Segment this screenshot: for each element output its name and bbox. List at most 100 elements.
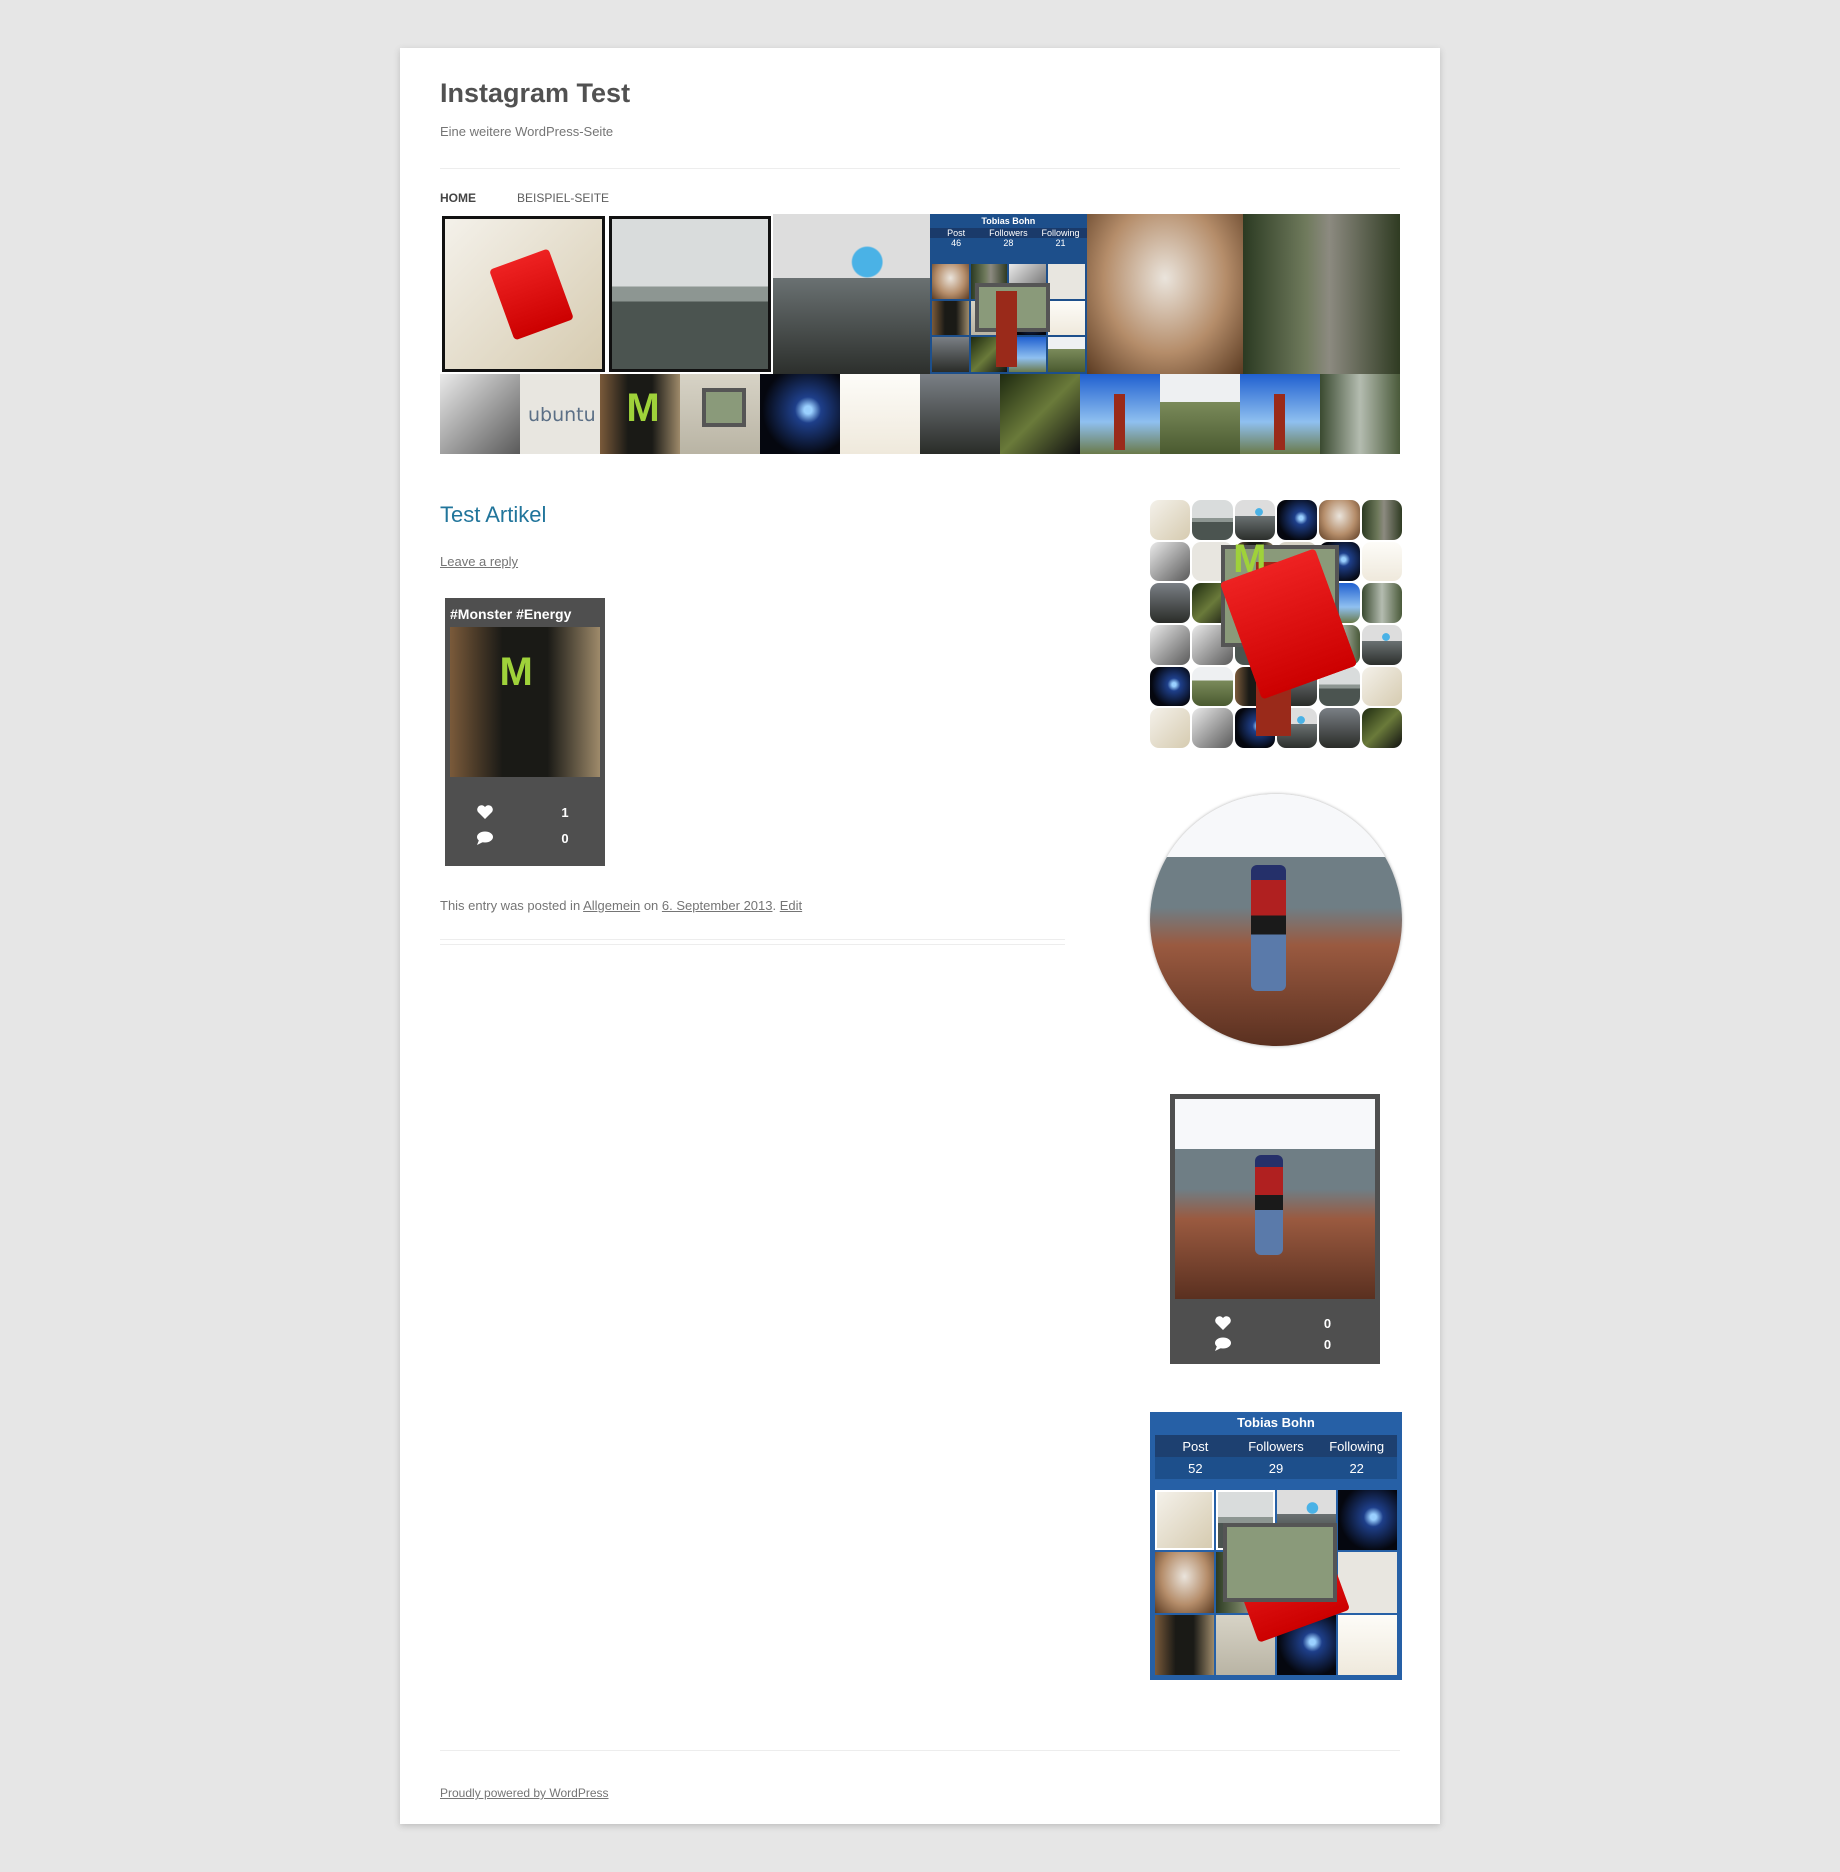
instagram-caption: #Monster #Energy: [450, 606, 572, 622]
post-divider: [440, 939, 1065, 945]
header-photo: [680, 374, 760, 454]
header-profile-name: Tobias Bohn: [981, 216, 1036, 226]
instagram-embed-card[interactable]: #Monster #Energy 1 0: [445, 598, 605, 866]
profile-labels: Post Followers Following: [1155, 1435, 1397, 1457]
grid-photo[interactable]: [1361, 500, 1402, 540]
header-profile-thumbnails: [932, 264, 1085, 372]
header-photo: [1243, 214, 1401, 374]
grid-photo[interactable]: [1276, 500, 1318, 540]
comments-row: 0: [1170, 1337, 1380, 1352]
comments-row: 0: [445, 831, 605, 846]
grid-photo[interactable]: [1150, 541, 1191, 582]
header-profile-widget: Tobias Bohn Post Followers Following 46 …: [930, 214, 1087, 374]
grid-photo[interactable]: [1155, 1614, 1214, 1675]
likes-row: 1: [445, 805, 605, 820]
likes-count: 1: [561, 805, 569, 820]
instagram-photo-card[interactable]: 0 0: [1170, 1094, 1380, 1364]
comments-count: 0: [561, 831, 569, 846]
grid-photo[interactable]: [1361, 625, 1402, 665]
post-meta: This entry was posted in Allgemein on 6.…: [440, 898, 803, 913]
header-photo: [840, 374, 920, 454]
profile-label-following: Following: [1329, 1438, 1385, 1454]
heart-icon: [1170, 1316, 1275, 1331]
grid-photo[interactable]: [1319, 500, 1360, 540]
profile-name: Tobias Bohn: [1237, 1415, 1315, 1430]
instagram-rounded-grid-widget: [1150, 500, 1402, 748]
profile-label-followers: Followers: [1248, 1438, 1304, 1454]
header-photo: [608, 216, 772, 372]
comments-count: 0: [1323, 1337, 1332, 1352]
grid-photo[interactable]: [1234, 500, 1275, 540]
header-photo: [1240, 374, 1320, 454]
footer-credit-link[interactable]: Proudly powered by WordPress: [440, 1786, 609, 1800]
grid-photo[interactable]: [1155, 1552, 1214, 1613]
instagram-circle-photo[interactable]: [1150, 794, 1402, 1046]
site-tagline: Eine weitere WordPress-Seite: [440, 124, 614, 139]
header-profile-value: 28: [1003, 238, 1014, 248]
nav-item-home[interactable]: Home: [440, 191, 476, 205]
comment-icon: [445, 831, 525, 846]
grid-photo[interactable]: [1361, 541, 1402, 582]
grid-photo[interactable]: [1150, 625, 1191, 665]
comment-icon: [1170, 1337, 1275, 1352]
post-title[interactable]: Test Artikel: [440, 502, 546, 528]
header-profile-value: 46: [951, 238, 962, 248]
header-profile-label: Followers: [989, 228, 1028, 238]
site-title[interactable]: Instagram Test: [440, 78, 630, 109]
grid-photo[interactable]: [1192, 666, 1233, 707]
grid-photo[interactable]: [1338, 1490, 1397, 1551]
profile-value-post: 52: [1188, 1460, 1203, 1476]
edit-link[interactable]: Edit: [780, 898, 802, 913]
date-link[interactable]: 6. September 2013: [662, 898, 773, 913]
grid-photo[interactable]: [1192, 708, 1233, 748]
grid-photo[interactable]: [1150, 708, 1191, 748]
header-photo: [760, 374, 840, 454]
grid-photo[interactable]: [1150, 500, 1191, 540]
footer-divider: [440, 1750, 1400, 1751]
meta-on: on: [643, 898, 659, 913]
header-photo: [600, 374, 680, 454]
grid-photo[interactable]: [1361, 708, 1402, 748]
category-link[interactable]: Allgemein: [583, 898, 640, 913]
likes-count: 0: [1323, 1316, 1332, 1331]
page-container: Instagram Test Eine weitere WordPress-Se…: [400, 48, 1440, 1824]
instagram-photo[interactable]: [450, 627, 600, 777]
grid-photo[interactable]: [1361, 583, 1402, 623]
grid-photo[interactable]: [1319, 708, 1360, 748]
header-profile-value: 21: [1055, 238, 1066, 248]
grid-photo[interactable]: [1155, 1490, 1214, 1551]
header-photo: [1160, 374, 1240, 454]
grid-photo[interactable]: [1192, 500, 1233, 540]
header-photo: [773, 214, 931, 374]
main-navigation: Home Beispiel-Seite: [440, 168, 1400, 209]
profile-value-following: 22: [1349, 1460, 1364, 1476]
nav-item-beispiel-seite[interactable]: Beispiel-Seite: [517, 191, 609, 205]
instagram-photo[interactable]: [1175, 1099, 1375, 1299]
header-photo: [440, 374, 520, 454]
header-photo: [1320, 374, 1400, 454]
profile-values: 52 29 22: [1155, 1457, 1397, 1479]
grid-photo[interactable]: [1338, 1614, 1397, 1675]
header-photo: [442, 216, 605, 372]
header-photo: [1000, 374, 1080, 454]
likes-row: 0: [1170, 1316, 1380, 1331]
instagram-profile-widget[interactable]: Tobias Bohn Post Followers Following 52 …: [1150, 1412, 1402, 1680]
header-photo: [920, 374, 1000, 454]
profile-photo-grid: [1155, 1490, 1397, 1675]
header-profile-label: Following: [1041, 228, 1080, 238]
header-image-bottom-row[interactable]: ubuntu: [440, 374, 1400, 454]
profile-value-followers: 29: [1268, 1460, 1284, 1476]
grid-photo[interactable]: [1150, 666, 1191, 707]
heart-icon: [445, 805, 525, 820]
header-photo: [1086, 214, 1244, 374]
grid-photo[interactable]: [1361, 666, 1402, 707]
header-profile-label: Post: [947, 228, 966, 238]
header-photo: [1080, 374, 1160, 454]
meta-prefix: This entry was posted in: [440, 898, 581, 913]
header-photo: ubuntu: [520, 374, 600, 454]
leave-reply-link[interactable]: Leave a reply: [440, 554, 518, 569]
profile-label-post: Post: [1182, 1438, 1209, 1454]
header-image-top-row[interactable]: Tobias Bohn Post Followers Following 46 …: [440, 214, 1401, 374]
grid-photo[interactable]: [1150, 583, 1191, 623]
ubuntu-logo-icon: ubuntu: [528, 404, 596, 427]
